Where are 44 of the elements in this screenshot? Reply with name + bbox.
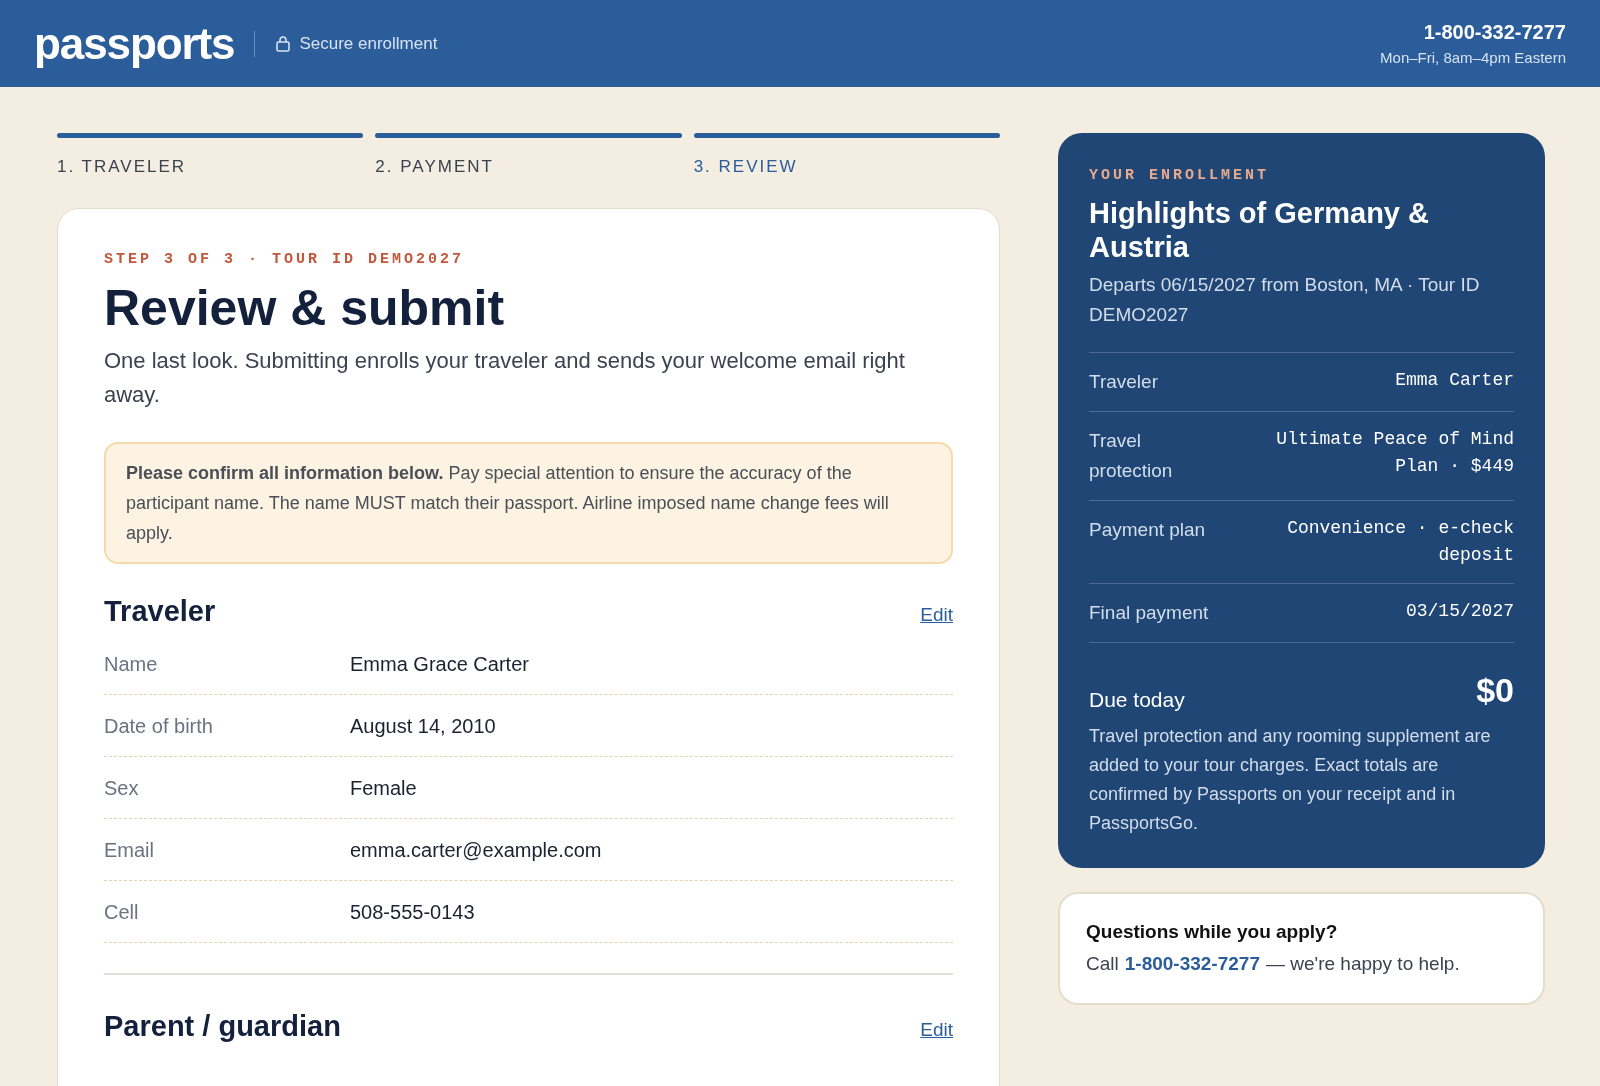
- step-tab[interactable]: 3. REVIEW: [693, 154, 1000, 180]
- lock-icon: [275, 35, 292, 52]
- help-text: Call: [1086, 952, 1119, 976]
- field-label: Date of birth: [104, 713, 214, 739]
- field-label: Sex: [104, 775, 140, 801]
- help-title: Questions while you apply?: [1086, 919, 1339, 944]
- edit-link[interactable]: Edit: [920, 600, 953, 629]
- intro-text: One last look. Submitting enrolls your traveler and sends your welcome email right away.: [104, 346, 906, 409]
- field-value: 508-555-0143: [350, 899, 475, 925]
- summary-label: Traveler: [1089, 369, 1159, 394]
- section-title: Parent / guardian: [104, 1009, 341, 1044]
- step-label: STEP 3 OF 3 · TOUR ID DEMO2027: [104, 249, 466, 270]
- notice-message: Please confirm all information below. Pay special attention to ensure the accuracy of the participant name. The name MUST match their passport. Airline imposed name change fees will apply.: [104, 441, 953, 564]
- summary-label: Travel protection: [1089, 428, 1174, 483]
- field-value: Emma Grace Carter: [350, 651, 529, 677]
- field-value: Female: [350, 775, 417, 801]
- step-tab[interactable]: 1. TRAVELER: [57, 154, 364, 180]
- help-text: — we're happy to help.: [1265, 952, 1460, 976]
- field-value: emma.carter@example.com: [350, 837, 602, 863]
- phone-number[interactable]: 1-800-332-7277: [1423, 17, 1566, 48]
- summary-value: Emma Carter: [1395, 368, 1514, 392]
- charges-note: Travel protection and any rooming supplement are added to your tour charges. Exact totals are confirmed by Passports on your receipt and in PassportsGo.: [1089, 724, 1492, 835]
- hours-text: Mon–Fri, 8am–4pm Eastern: [1380, 48, 1566, 69]
- field-value: August 14, 2010: [350, 713, 496, 739]
- logo[interactable]: passports: [34, 21, 235, 66]
- departure-text: Departs 06/15/2027 from Boston, MA · Tour ID DEMO2027: [1089, 272, 1481, 327]
- summary-label: Payment plan: [1089, 517, 1207, 542]
- edit-link[interactable]: Edit: [920, 1016, 953, 1045]
- field-label: Cell: [104, 899, 140, 925]
- summary-value: Ultimate Peace of Mind Plan · $449: [1275, 427, 1514, 478]
- tour-title: Highlights of Germany & Austria: [1089, 195, 1430, 264]
- due-label: Due today: [1089, 687, 1185, 713]
- secure-label: Secure enrollment: [299, 32, 438, 55]
- page-title: Review & submit: [104, 279, 506, 338]
- step-tab[interactable]: 2. PAYMENT: [375, 154, 682, 180]
- summary-value: 03/15/2027: [1405, 599, 1514, 623]
- phone-link[interactable]: 1-800-332-7277: [1124, 950, 1260, 979]
- due-amount: $0: [1476, 669, 1514, 711]
- section-label: YOUR ENROLLMENT: [1089, 166, 1271, 186]
- summary-label: Final payment: [1089, 600, 1210, 625]
- field-label: Email: [104, 837, 155, 863]
- section-title: Traveler: [104, 593, 216, 629]
- field-label: Name: [104, 651, 159, 677]
- summary-value: Convenience · e-check deposit: [1286, 516, 1514, 567]
